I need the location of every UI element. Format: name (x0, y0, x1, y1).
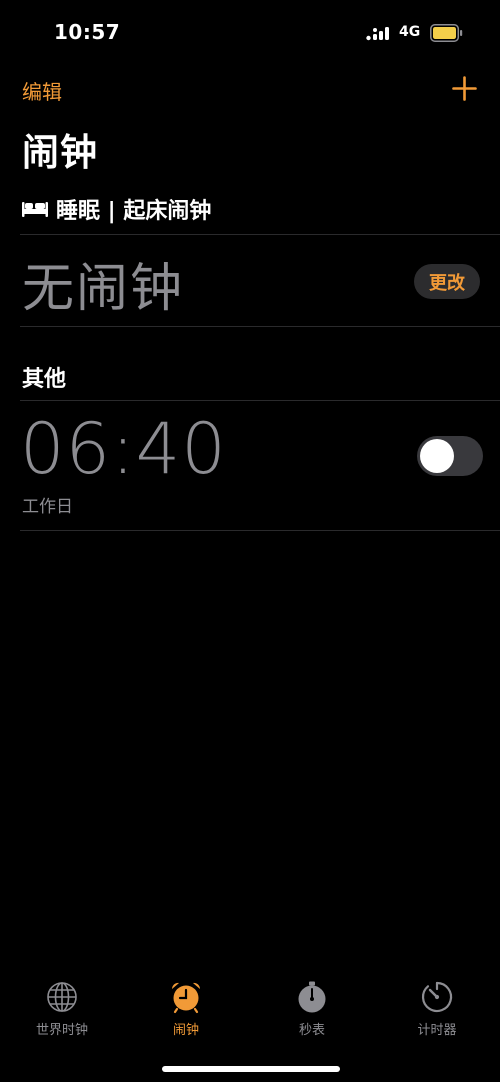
no-alarm-text: 无闹钟 (22, 259, 185, 319)
alarm-time[interactable]: 06:40 (20, 408, 227, 490)
other-section-header: 其他 (22, 367, 67, 392)
network-type: 4G (399, 24, 421, 40)
divider (20, 400, 500, 401)
sleep-section-header: 睡眠 | 起床闹钟 (22, 194, 211, 224)
toggle-knob (420, 439, 454, 473)
tab-label: 计时器 (417, 1023, 457, 1038)
signal-bars-icon (366, 27, 389, 41)
globe-icon (47, 982, 77, 1012)
home-indicator[interactable] (162, 1066, 340, 1072)
tab-alarm[interactable]: 闹钟 (131, 980, 241, 1038)
divider (20, 234, 500, 235)
plus-icon[interactable] (452, 76, 477, 101)
bed-icon (22, 202, 48, 217)
edit-button[interactable]: 编辑 (22, 76, 62, 105)
battery-icon (430, 24, 463, 42)
tab-label: 世界时钟 (35, 1023, 88, 1038)
alarm-clock-icon (171, 982, 201, 1014)
divider (20, 530, 500, 531)
stopwatch-icon (298, 981, 326, 1013)
tab-label: 秒表 (298, 1023, 325, 1038)
sleep-section-label: 睡眠 | 起床闹钟 (56, 199, 212, 224)
status-time: 10:57 (54, 20, 121, 44)
tab-timer[interactable]: 计时器 (382, 980, 492, 1038)
change-button[interactable]: 更改 (414, 264, 480, 299)
tab-stopwatch[interactable]: 秒表 (257, 980, 367, 1038)
tab-world-clock[interactable]: 世界时钟 (7, 980, 117, 1038)
alarm-repeat-label: 工作日 (22, 497, 73, 517)
page-title: 闹钟 (22, 131, 98, 174)
alarm-toggle[interactable] (417, 436, 483, 476)
timer-icon (421, 981, 453, 1013)
divider (20, 326, 500, 327)
tab-label: 闹钟 (172, 1023, 199, 1038)
